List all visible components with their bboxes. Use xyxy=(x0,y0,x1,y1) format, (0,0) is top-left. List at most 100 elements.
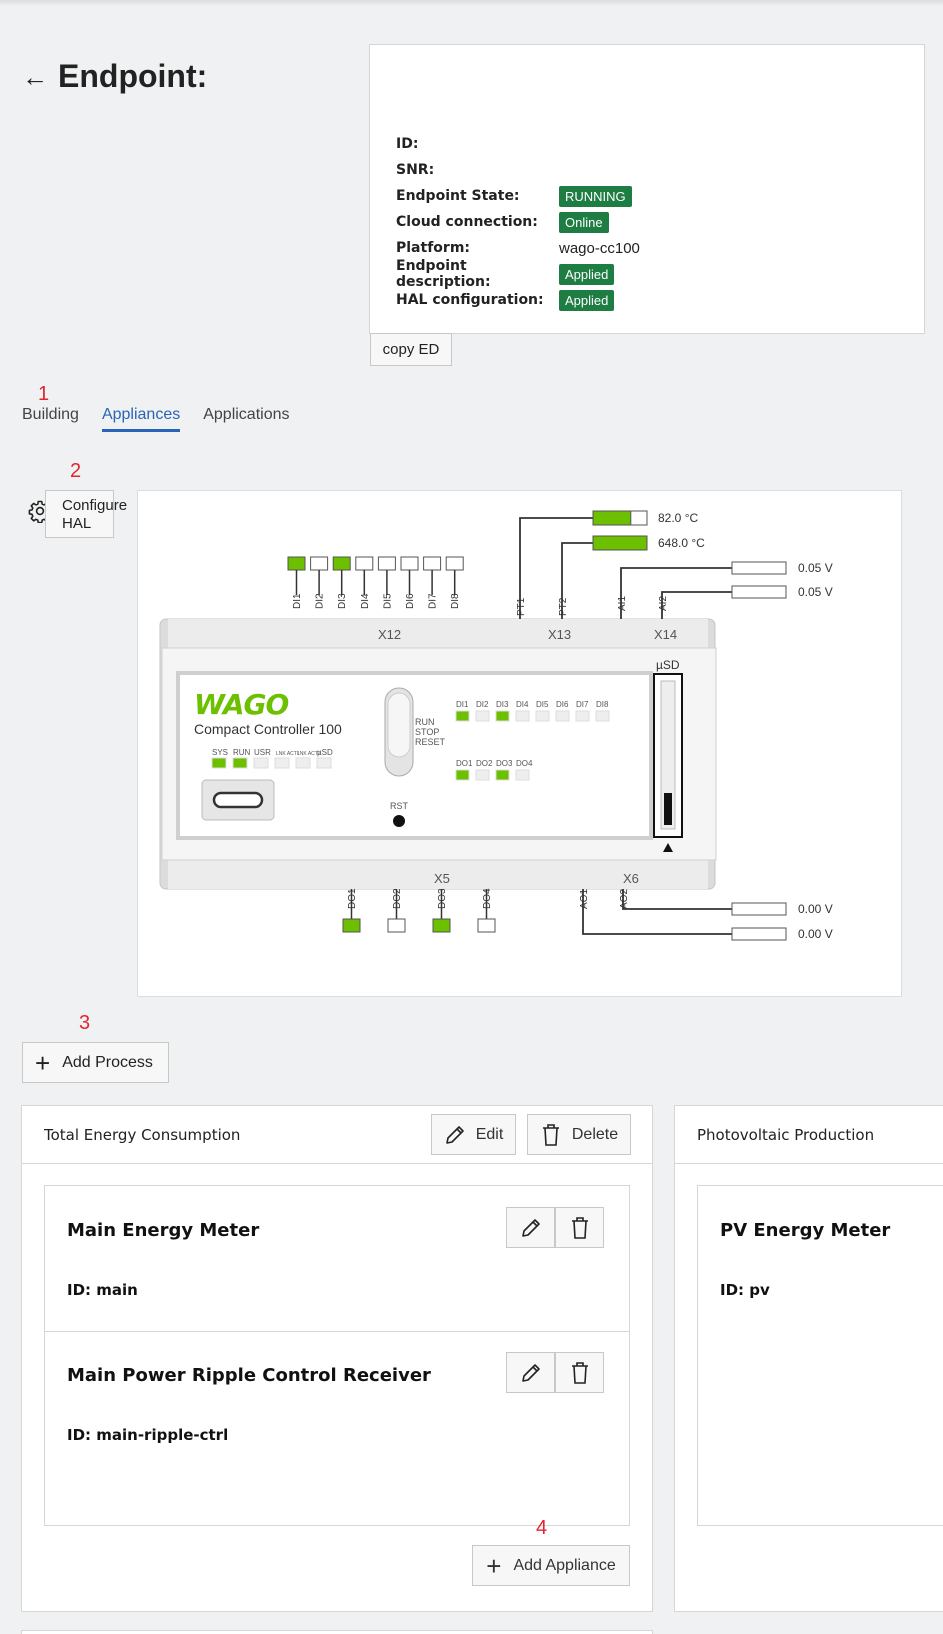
di-label: DI5 xyxy=(382,593,393,609)
status-led xyxy=(232,757,248,769)
di-label: DI3 xyxy=(337,593,348,609)
annotation-3: 3 xyxy=(79,1012,91,1034)
di-label: DI6 xyxy=(405,593,416,609)
di-indicator xyxy=(310,556,329,571)
ao-value: 0.00 V xyxy=(798,902,833,916)
page-title: Endpoint: xyxy=(58,58,208,94)
status-badge: Applied xyxy=(559,263,615,285)
tab-building[interactable]: Building xyxy=(22,406,79,432)
switch-label: RUN xyxy=(415,717,435,727)
connector-label-x12: X12 xyxy=(378,627,401,642)
tab-appliances[interactable]: Appliances xyxy=(101,406,181,432)
delete-appliance-button[interactable] xyxy=(555,1352,604,1393)
di-indicator xyxy=(423,556,442,571)
status-badge: RUNNING xyxy=(559,185,632,207)
appliance-id: ID: main-ripple-ctrl xyxy=(67,1426,229,1444)
plus-icon: + xyxy=(486,1550,502,1581)
front-di-led xyxy=(455,710,470,722)
front-di-label: DI7 xyxy=(576,700,589,709)
di-indicator xyxy=(377,556,396,571)
process-card-total-energy: Total Energy Consumption Edit Delete Mai… xyxy=(21,1105,653,1612)
process-title: Photovoltaic Production xyxy=(697,1125,875,1144)
endpoint-info-card: ID: SNR: Endpoint State: RUNNING Cloud conne… xyxy=(369,44,925,334)
info-row: HAL configuration: Applied xyxy=(396,287,640,313)
status-led-label: RUN xyxy=(233,748,251,757)
pencil-icon xyxy=(445,1125,464,1144)
ao-gauge xyxy=(731,927,787,941)
copy-ed-button[interactable]: copy ED xyxy=(370,333,452,366)
do-indicator xyxy=(477,918,496,933)
di-indicator xyxy=(400,556,419,571)
do-label: DO2 xyxy=(392,888,403,909)
pt-label: PT1 xyxy=(516,597,527,616)
ao-wire xyxy=(582,889,732,935)
ao-label: AO2 xyxy=(619,889,630,909)
status-led xyxy=(274,757,290,769)
process-card-next xyxy=(21,1630,653,1634)
process-card-photovoltaic: Photovoltaic Production PV Energy Meter … xyxy=(674,1105,943,1612)
edit-appliance-button[interactable] xyxy=(506,1352,555,1393)
status-badge: Online xyxy=(559,211,609,233)
front-di-led xyxy=(535,710,550,722)
add-appliance-label: Add Appliance xyxy=(513,1556,616,1574)
front-di-led xyxy=(515,710,530,722)
status-badge: Applied xyxy=(559,289,615,311)
status-led xyxy=(316,757,332,769)
front-do-led xyxy=(475,769,490,781)
status-led-label: µSD xyxy=(317,748,333,757)
info-value: wago-cc100 xyxy=(559,239,640,257)
front-di-led xyxy=(575,710,590,722)
configure-hal-button[interactable]: Configure HAL xyxy=(45,490,127,538)
appliance-id: ID: pv xyxy=(720,1281,770,1299)
front-di-label: DI4 xyxy=(516,700,529,709)
do-indicator xyxy=(432,918,451,933)
front-di-led xyxy=(495,710,510,722)
top-terminal-strip xyxy=(168,619,708,649)
front-do-led xyxy=(515,769,530,781)
status-led xyxy=(295,757,311,769)
edit-process-button[interactable]: Edit xyxy=(431,1114,516,1155)
appliance-name: PV Energy Meter xyxy=(720,1220,891,1241)
di-indicator xyxy=(355,556,374,571)
wago-logo: WAGO xyxy=(194,688,289,721)
front-do-label: DO1 xyxy=(456,759,473,768)
delete-process-button[interactable]: Delete xyxy=(527,1114,631,1155)
info-label: Endpoint State: xyxy=(396,188,520,204)
process-card-header: Total Energy Consumption Edit Delete xyxy=(22,1106,652,1164)
info-row: Endpoint description: Applied xyxy=(396,258,640,290)
arrow-left-icon[interactable]: ← xyxy=(22,64,48,90)
front-di-label: DI8 xyxy=(596,700,609,709)
di-label: DI8 xyxy=(450,593,461,609)
status-led-label: USR xyxy=(254,748,271,757)
process-card-header: Photovoltaic Production xyxy=(675,1106,943,1164)
list-item: Main Power Ripple Control Receiver ID: m… xyxy=(45,1332,629,1527)
ao-wire xyxy=(622,889,732,910)
do-label: DO1 xyxy=(347,888,358,909)
delete-appliance-button[interactable] xyxy=(555,1207,604,1248)
pt-wire xyxy=(519,517,593,619)
info-label: HAL configuration: xyxy=(396,292,544,308)
pt-gauge-fill xyxy=(592,535,648,551)
di-label: DI2 xyxy=(315,593,326,609)
status-led xyxy=(211,757,227,769)
ai-label: AI1 xyxy=(617,596,628,611)
info-label: SNR: xyxy=(396,162,435,178)
pencil-icon xyxy=(521,1363,540,1382)
connector-label-x13: X13 xyxy=(548,627,571,642)
info-label: ID: xyxy=(396,136,419,152)
tab-applications[interactable]: Applications xyxy=(203,406,289,432)
do-label: DO4 xyxy=(482,888,493,909)
add-process-label: Add Process xyxy=(62,1053,153,1071)
edit-appliance-button[interactable] xyxy=(506,1207,555,1248)
switch-label: STOP xyxy=(415,727,439,737)
add-process-button[interactable]: + Add Process xyxy=(22,1042,169,1083)
trash-icon xyxy=(571,1361,588,1384)
ai-wire xyxy=(661,591,732,619)
page-header: ← Endpoint: xyxy=(22,58,207,95)
front-di-led xyxy=(595,710,610,722)
pt-gauge-fill xyxy=(592,510,632,526)
appliance-id: ID: main xyxy=(67,1281,138,1299)
add-appliance-button[interactable]: + Add Appliance xyxy=(472,1545,630,1586)
front-di-label: DI1 xyxy=(456,700,469,709)
appliance-list: PV Energy Meter ID: pv xyxy=(697,1185,943,1526)
